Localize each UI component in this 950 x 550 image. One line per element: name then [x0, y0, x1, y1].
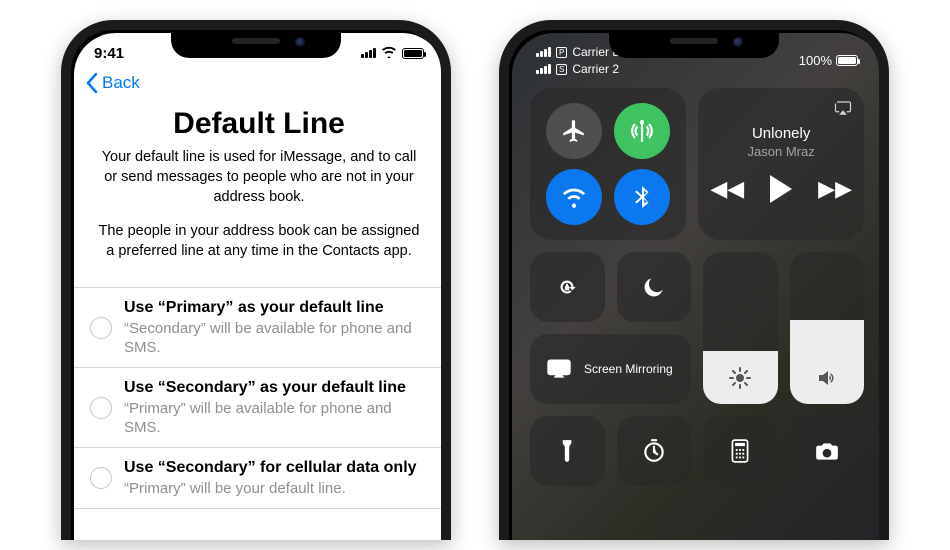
wifi-icon [381, 45, 397, 61]
chevron-left-icon [86, 73, 98, 93]
now-playing-tile[interactable]: Unlonely Jason Mraz ◀◀ ▶▶ [698, 88, 864, 240]
carrier-2-line: S Carrier 2 [536, 62, 633, 76]
radio-unchecked-icon [90, 467, 112, 489]
radio-unchecked-icon [90, 397, 112, 419]
option-use-primary[interactable]: Use “Primary” as your default line “Seco… [74, 288, 444, 368]
brightness-icon [728, 366, 752, 390]
volume-fill [790, 320, 865, 404]
phone-left: 9:41 Back Default Line Your default line… [61, 20, 451, 540]
camera-icon [814, 438, 840, 464]
option-list: Use “Primary” as your default line “Seco… [74, 287, 444, 509]
previous-track-button[interactable]: ◀◀ [710, 176, 744, 202]
flashlight-icon [554, 438, 580, 464]
media-title: Unlonely [752, 125, 810, 142]
play-button[interactable] [770, 175, 792, 203]
option-title: Use “Secondary” for cellular data only [124, 458, 428, 478]
wifi-toggle[interactable] [546, 169, 602, 225]
carrier-2-label: Carrier 2 [572, 62, 619, 76]
calculator-icon [727, 438, 753, 464]
battery-icon [402, 48, 424, 59]
option-subtitle: “Secondary” will be available for phone … [124, 319, 428, 357]
rotation-lock-icon [554, 274, 580, 300]
battery-icon [836, 55, 858, 66]
screen-mirroring-label: Screen Mirroring [584, 362, 673, 376]
signal-bars-icon [536, 47, 551, 57]
camera-button[interactable] [790, 416, 865, 486]
notch [171, 30, 341, 58]
cellular-signal-icon [361, 48, 376, 58]
orientation-lock-button[interactable] [530, 252, 605, 322]
signal-bars-icon [536, 64, 551, 74]
phone-right: P Carrier LTE S Carrier 2 100% [499, 20, 889, 540]
option-use-secondary[interactable]: Use “Secondary” as your default line “Pr… [74, 368, 444, 448]
sim-badge-primary: P [556, 47, 567, 58]
connectivity-tile[interactable] [530, 88, 686, 240]
option-subtitle: “Primary” will be available for phone an… [124, 399, 428, 437]
timer-button[interactable] [617, 416, 692, 486]
airplane-mode-toggle[interactable] [546, 103, 602, 159]
bluetooth-icon [629, 184, 655, 210]
airplane-icon [561, 118, 587, 144]
option-secondary-data-only[interactable]: Use “Secondary” for cellular data only “… [74, 448, 444, 509]
antenna-icon [629, 118, 655, 144]
status-time: 9:41 [94, 45, 124, 62]
radio-unchecked-icon [90, 317, 112, 339]
option-subtitle: “Primary” will be your default line. [124, 479, 428, 498]
page-description: Your default line is used for iMessage, … [74, 147, 444, 261]
brightness-slider[interactable] [703, 252, 778, 404]
option-title: Use “Secondary” as your default line [124, 378, 428, 398]
calculator-button[interactable] [703, 416, 778, 486]
next-track-button[interactable]: ▶▶ [818, 176, 852, 202]
do-not-disturb-button[interactable] [617, 252, 692, 322]
back-button[interactable]: Back [74, 73, 444, 97]
screen-mirroring-button[interactable]: Screen Mirroring [530, 334, 691, 404]
volume-slider[interactable] [790, 252, 865, 404]
bluetooth-toggle[interactable] [614, 169, 670, 225]
airplay-icon[interactable] [834, 100, 852, 121]
volume-icon [815, 366, 839, 390]
screen-mirroring-icon [546, 356, 572, 382]
flashlight-button[interactable] [530, 416, 605, 486]
page-title: Default Line [74, 97, 444, 147]
option-title: Use “Primary” as your default line [124, 298, 428, 318]
wifi-icon [561, 184, 587, 210]
cellular-data-toggle[interactable] [614, 103, 670, 159]
sim-badge-secondary: S [556, 64, 567, 75]
notch [609, 30, 779, 58]
moon-icon [641, 274, 667, 300]
media-artist: Jason Mraz [748, 144, 815, 159]
back-label: Back [102, 73, 140, 93]
battery-percent: 100% [799, 53, 832, 68]
timer-icon [641, 438, 667, 464]
